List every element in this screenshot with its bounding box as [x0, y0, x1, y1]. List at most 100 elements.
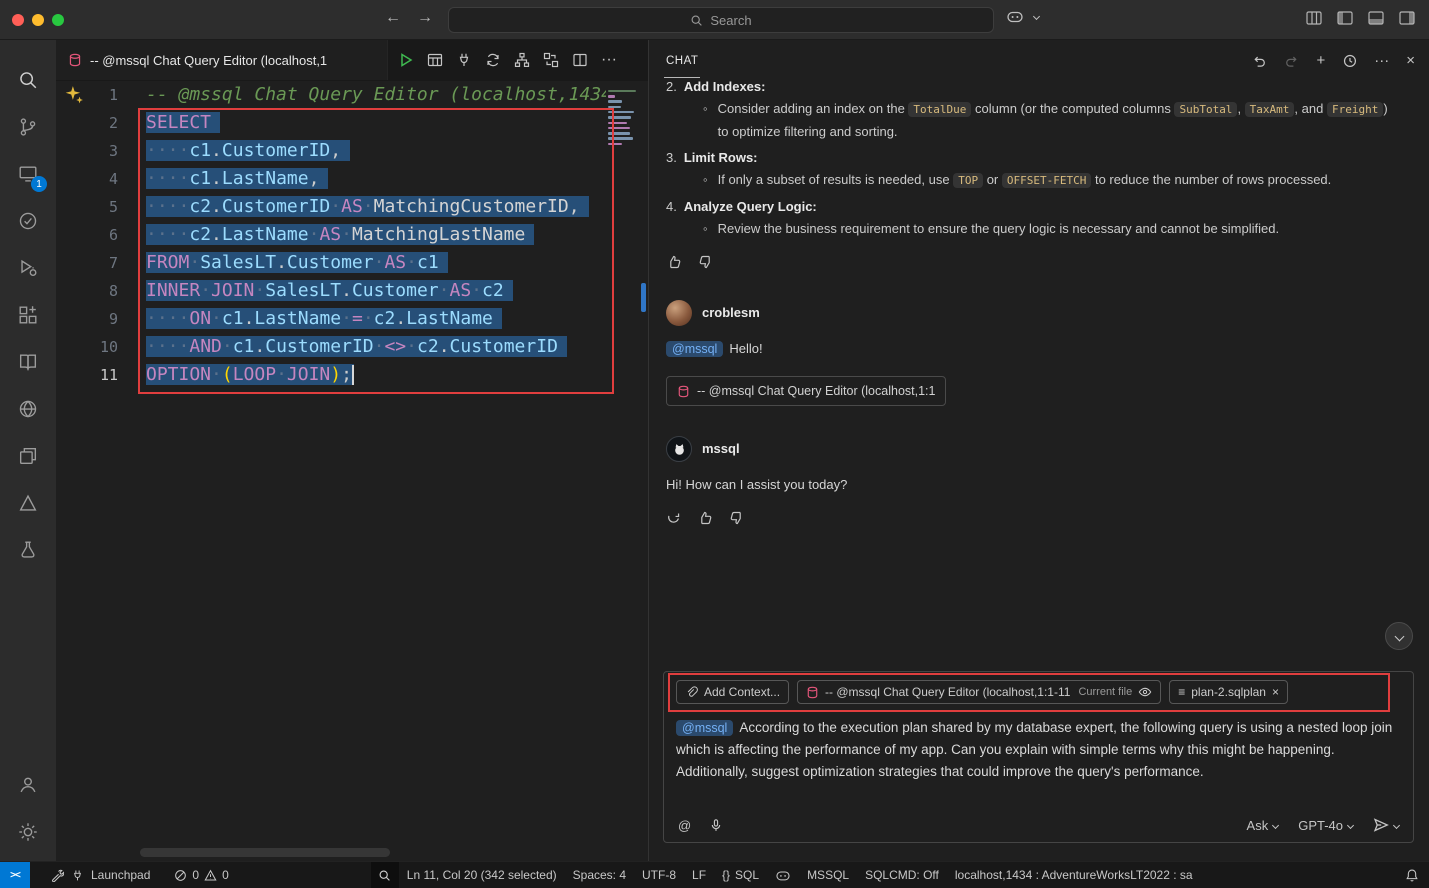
database-icon [806, 686, 819, 699]
code-line[interactable]: ····c2.CustomerID·AS·MatchingCustomerID, [146, 193, 648, 221]
retry-icon[interactable] [666, 511, 681, 526]
connection-status-item[interactable]: localhost,1434 : AdventureWorksLT2022 : … [947, 862, 1201, 888]
mode-selector[interactable]: Ask [1247, 818, 1279, 833]
message-attachment-chip[interactable]: -- @mssql Chat Query Editor (localhost,1… [666, 376, 946, 406]
encoding-item[interactable]: UTF-8 [634, 862, 684, 888]
mssql-extension-button[interactable] [4, 526, 52, 573]
source-control-button[interactable] [4, 103, 52, 150]
notifications-bell[interactable] [1395, 862, 1429, 888]
thumbs-down-icon[interactable] [729, 510, 745, 526]
code-line[interactable]: INNER·JOIN·SalesLT.Customer·AS·c2 [146, 277, 648, 305]
extensions-icon [17, 304, 39, 326]
eol-item[interactable]: LF [684, 862, 714, 888]
line-number: 10 [56, 333, 118, 361]
undo-icon[interactable] [1252, 53, 1267, 68]
code-line[interactable]: SELECT [146, 109, 648, 137]
toggle-panel-icon[interactable] [1368, 11, 1384, 25]
docs-button[interactable] [4, 338, 52, 385]
azure-button[interactable] [4, 479, 52, 526]
indentation-item[interactable]: Spaces: 4 [565, 862, 634, 888]
customize-layout-icon[interactable] [1306, 11, 1322, 25]
minimap[interactable] [606, 83, 640, 156]
github-button[interactable] [4, 385, 52, 432]
code-line[interactable]: -- @mssql Chat Query Editor (localhost,1… [146, 81, 648, 109]
references-button[interactable] [4, 432, 52, 479]
navigate-back-button[interactable]: ← [385, 9, 401, 27]
launchpad-status-item[interactable]: Launchpad [42, 862, 158, 888]
copilot-status-item[interactable] [767, 862, 799, 888]
remote-explorer-button[interactable]: 1 [4, 150, 52, 197]
schema-designer-button[interactable] [514, 52, 530, 68]
chat-header-actions: + ··· × [1252, 52, 1415, 69]
settings-button[interactable] [4, 808, 52, 855]
chat-input-message[interactable]: @mssqlAccording to the execution plan sh… [676, 717, 1401, 783]
code-line[interactable]: ····c1.LastName, [146, 165, 648, 193]
chevron-down-icon [1033, 13, 1040, 20]
code-line[interactable]: ····c1.CustomerID, [146, 137, 648, 165]
new-chat-icon[interactable]: + [1316, 52, 1325, 69]
scroll-to-bottom-button[interactable] [1385, 622, 1413, 650]
minimize-window-button[interactable] [32, 14, 44, 26]
model-selector[interactable]: GPT-4o [1298, 818, 1353, 833]
scrollbar-indicator[interactable] [641, 283, 646, 312]
code-line[interactable]: ····ON·c1.LastName·=·c2.LastName [146, 305, 648, 333]
thumbs-up-icon[interactable] [666, 254, 682, 270]
results-grid-button[interactable] [427, 52, 443, 68]
mssql-status-item[interactable]: MSSQL [799, 862, 857, 888]
mention-chip[interactable]: @mssql [666, 341, 723, 357]
editor-code[interactable]: -- @mssql Chat Query Editor (localhost,1… [146, 81, 648, 861]
thumbs-down-icon[interactable] [698, 254, 714, 270]
more-icon[interactable]: ··· [1374, 52, 1389, 69]
horizontal-scrollbar[interactable] [140, 848, 390, 857]
history-icon[interactable] [1342, 53, 1357, 68]
testing-button[interactable] [4, 197, 52, 244]
redo-icon[interactable] [1284, 53, 1299, 68]
run-and-debug-button[interactable] [4, 244, 52, 291]
database-flask-icon [17, 539, 39, 561]
remove-attachment-icon[interactable]: × [1272, 685, 1279, 699]
run-query-button[interactable] [398, 52, 414, 68]
inline-code-chip: Freight [1327, 102, 1383, 117]
copilot-menu-button[interactable] [1006, 9, 1039, 24]
search-activity-button[interactable] [4, 56, 52, 103]
context-plan-chip[interactable]: ≡ plan-2.sqlplan × [1169, 680, 1288, 704]
close-window-button[interactable] [12, 14, 24, 26]
estimated-plan-button[interactable] [485, 52, 501, 68]
editor-tab[interactable]: -- @mssql Chat Query Editor (localhost,1 [56, 40, 388, 80]
maximize-window-button[interactable] [52, 14, 64, 26]
split-editor-button[interactable] [572, 52, 588, 68]
extensions-button[interactable] [4, 291, 52, 338]
more-actions-button[interactable]: ··· [601, 51, 617, 69]
command-center-search[interactable]: Search [448, 7, 994, 33]
remote-indicator[interactable]: >< [0, 862, 30, 888]
bullet-text: If only a subset of results is needed, u… [718, 169, 1398, 192]
code-line[interactable]: ····c2.LastName·AS·MatchingLastName [146, 221, 648, 249]
activity-bar-bottom [4, 761, 52, 861]
toggle-secondary-sidebar-icon[interactable] [1399, 11, 1415, 25]
language-mode-item[interactable]: {} SQL [714, 862, 767, 888]
cursor-position-item[interactable]: Ln 11, Col 20 (342 selected) [399, 862, 565, 888]
microphone-button[interactable] [709, 818, 723, 833]
accounts-button[interactable] [4, 761, 52, 808]
chat-list-item: 3.Limit Rows:◦If only a subset of result… [666, 146, 1413, 192]
code-line[interactable]: OPTION·(LOOP·JOIN); [146, 361, 648, 389]
code-line[interactable]: ····AND·c1.CustomerID·<>·c2.CustomerID [146, 333, 648, 361]
connect-button[interactable] [456, 52, 472, 68]
query-plan-button[interactable] [543, 52, 559, 68]
close-icon[interactable]: × [1406, 52, 1415, 69]
add-context-button[interactable]: Add Context... [676, 680, 789, 704]
eye-icon[interactable] [1138, 685, 1152, 699]
problems-status-item[interactable]: 0 0 [166, 862, 236, 888]
toggle-primary-sidebar-icon[interactable] [1337, 11, 1353, 25]
chat-input-widget[interactable]: Add Context... -- @mssql Chat Query Edit… [663, 671, 1414, 843]
code-line[interactable]: FROM·SalesLT.Customer·AS·c1 [146, 249, 648, 277]
minimap-line [608, 143, 622, 146]
zoom-indicator[interactable] [371, 862, 399, 888]
context-file-chip[interactable]: -- @mssql Chat Query Editor (localhost,1… [797, 680, 1161, 704]
sqlcmd-status-item[interactable]: SQLCMD: Off [857, 862, 947, 888]
navigate-forward-button[interactable]: → [417, 9, 433, 27]
mention-button[interactable]: @ [678, 818, 691, 833]
thumbs-up-icon[interactable] [697, 510, 713, 526]
editor-body[interactable]: 1234567891011 -- @mssql Chat Query Edito… [56, 81, 648, 861]
send-button[interactable] [1373, 817, 1399, 833]
